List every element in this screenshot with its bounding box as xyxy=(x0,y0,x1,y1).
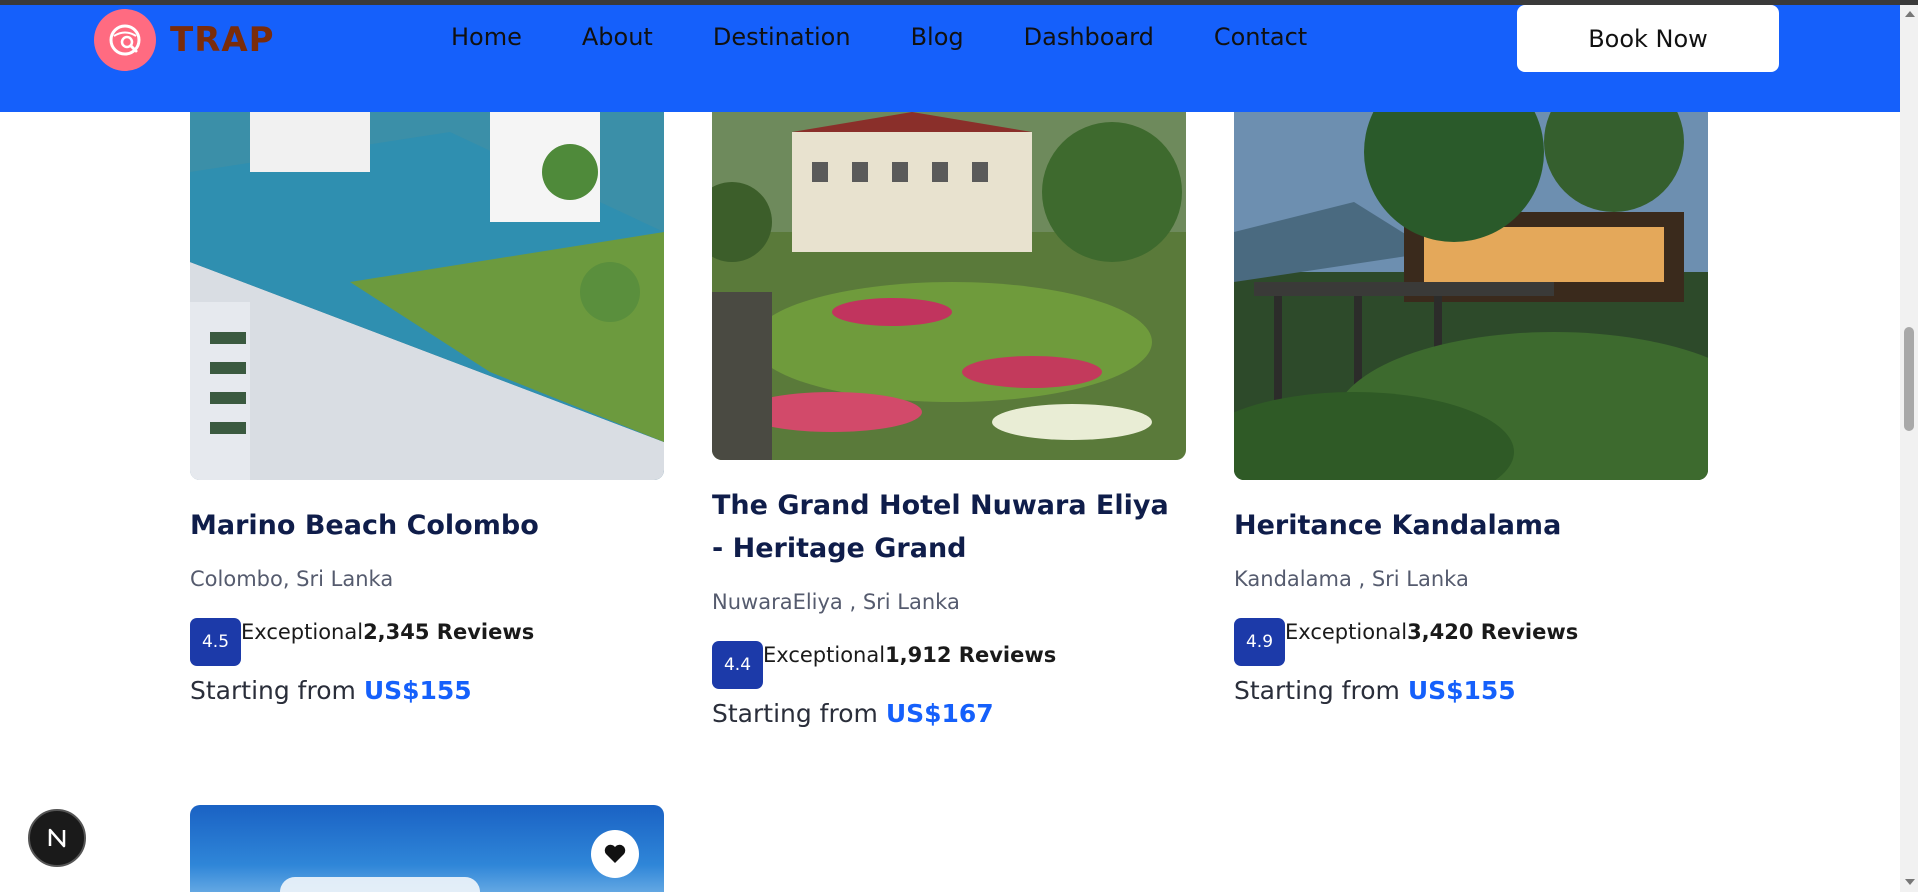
navbar: TRAP Home About Destination Blog Dashboa… xyxy=(0,5,1900,112)
review-count: 3,420 Reviews xyxy=(1407,620,1579,644)
cloud-decoration xyxy=(280,877,480,892)
nav-contact[interactable]: Contact xyxy=(1214,23,1307,51)
brand-name: TRAP xyxy=(170,20,275,60)
hotel-title[interactable]: Heritance Kandalama xyxy=(1234,504,1708,547)
rating-label: Exceptional xyxy=(1285,620,1408,644)
rating-label: Exceptional xyxy=(241,620,364,644)
hotel-card-heritance[interactable]: Heritance Kandalama Kandalama , Sri Lank… xyxy=(1234,112,1708,705)
nav-about[interactable]: About xyxy=(582,23,653,51)
nav-dashboard[interactable]: Dashboard xyxy=(1024,23,1154,51)
hotel-image[interactable] xyxy=(712,112,1186,460)
price: US$167 xyxy=(885,699,994,728)
scroll-thumb[interactable] xyxy=(1904,327,1914,431)
scrollbar[interactable] xyxy=(1900,5,1918,892)
hotel-image[interactable] xyxy=(190,112,664,480)
rating-row: 4.9 Exceptional 3,420 Reviews xyxy=(1234,618,1708,666)
hotel-location: Colombo, Sri Lanka xyxy=(190,567,394,591)
nav-destination[interactable]: Destination xyxy=(713,23,851,51)
hotel-card-grand[interactable]: The Grand Hotel Nuwara Eliya - Heritage … xyxy=(712,112,1186,728)
hotel-card-marino[interactable]: Marino Beach Colombo Colombo, Sri Lanka … xyxy=(190,112,664,705)
rating-row: 4.4 Exceptional 1,912 Reviews xyxy=(712,641,1186,689)
hotel-image[interactable] xyxy=(1234,112,1708,480)
hotel-location: Kandalama , Sri Lanka xyxy=(1234,567,1469,591)
hotel-location: NuwaraEliya , Sri Lanka xyxy=(712,590,960,614)
rating-label: Exceptional xyxy=(763,643,886,667)
review-count: 1,912 Reviews xyxy=(885,643,1057,667)
price-prefix: Starting from xyxy=(712,699,886,728)
scroll-up-icon[interactable] xyxy=(1905,11,1915,17)
price: US$155 xyxy=(363,676,472,705)
price-row: Starting from US$167 xyxy=(712,699,1186,728)
search-globe-icon xyxy=(94,9,156,71)
rating-row: 4.5 Exceptional 2,345 Reviews xyxy=(190,618,664,666)
hotel-title[interactable]: Marino Beach Colombo xyxy=(190,504,664,547)
hotel-title[interactable]: The Grand Hotel Nuwara Eliya - Heritage … xyxy=(712,484,1186,570)
scroll-down-icon[interactable] xyxy=(1905,879,1915,885)
nav-home[interactable]: Home xyxy=(451,23,522,51)
review-count: 2,345 Reviews xyxy=(363,620,535,644)
rating-badge: 4.9 xyxy=(1234,618,1285,666)
book-now-button[interactable]: Book Now xyxy=(1517,5,1779,72)
rating-badge: 4.5 xyxy=(190,618,241,666)
price-row: Starting from US$155 xyxy=(190,676,664,705)
nav-blog[interactable]: Blog xyxy=(911,23,964,51)
price: US$155 xyxy=(1407,676,1516,705)
logo[interactable]: TRAP xyxy=(94,9,275,71)
rating-badge: 4.4 xyxy=(712,641,763,689)
n-logo-icon[interactable] xyxy=(28,809,86,867)
price-row: Starting from US$155 xyxy=(1234,676,1708,705)
price-prefix: Starting from xyxy=(1234,676,1408,705)
heart-icon[interactable] xyxy=(591,830,639,878)
main-nav: Home About Destination Blog Dashboard Co… xyxy=(451,23,1307,51)
price-prefix: Starting from xyxy=(190,676,364,705)
